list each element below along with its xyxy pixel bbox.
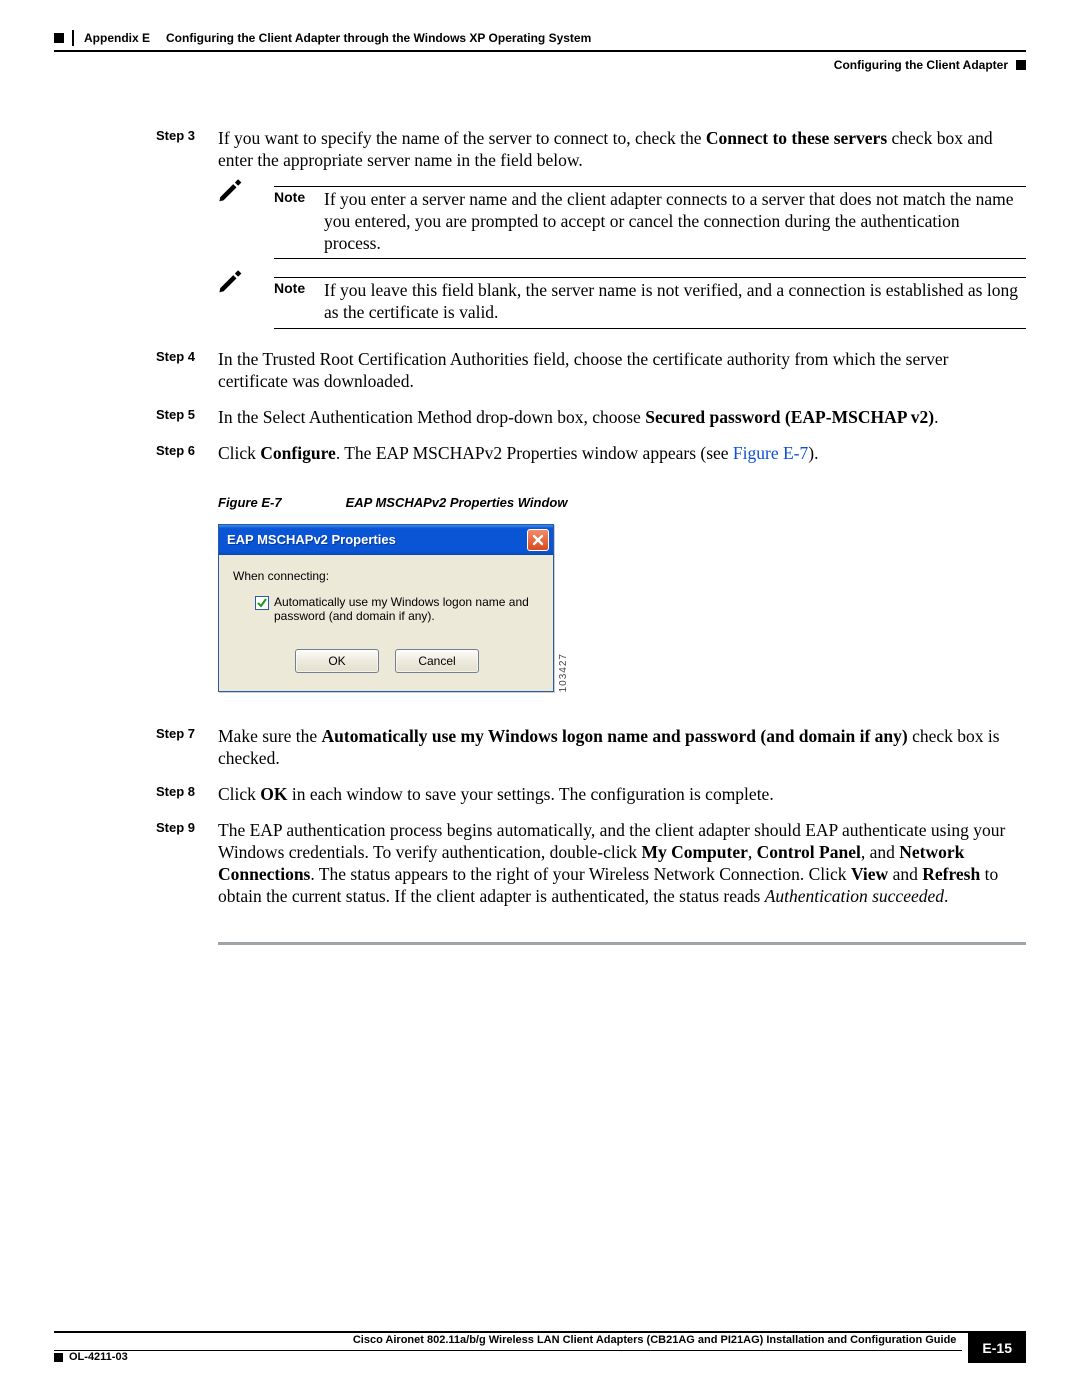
note-label: Note bbox=[274, 189, 324, 205]
step-6: Step 6 Click Configure. The EAP MSCHAPv2… bbox=[54, 443, 1026, 465]
checkbox-row: Automatically use my Windows logon name … bbox=[233, 595, 541, 624]
step-body: In the Select Authentication Method drop… bbox=[218, 407, 1026, 429]
note-top-rule bbox=[274, 186, 1026, 187]
sub-header-text: Configuring the Client Adapter bbox=[834, 58, 1008, 72]
footer-square-icon bbox=[54, 1353, 63, 1362]
step-5: Step 5 In the Select Authentication Meth… bbox=[54, 407, 1026, 429]
step-9: Step 9 The EAP authentication process be… bbox=[54, 820, 1026, 908]
note-bottom-rule bbox=[274, 328, 1026, 329]
step-label: Step 8 bbox=[156, 784, 218, 806]
section-end-rule bbox=[218, 942, 1026, 945]
header-appendix: Appendix E bbox=[84, 31, 150, 45]
note-1: Note If you enter a server name and the … bbox=[54, 186, 1026, 260]
ok-button[interactable]: OK bbox=[295, 649, 379, 673]
close-icon bbox=[532, 534, 544, 546]
figure-sidecode: 103427 bbox=[558, 651, 569, 692]
step-8: Step 8 Click OK in each window to save y… bbox=[54, 784, 1026, 806]
header-rule bbox=[54, 50, 1026, 52]
step-label: Step 7 bbox=[156, 726, 218, 770]
step-body: In the Trusted Root Certification Author… bbox=[218, 349, 1026, 393]
step-body: Click Configure. The EAP MSCHAPv2 Proper… bbox=[218, 443, 1026, 465]
when-connecting-label: When connecting: bbox=[233, 569, 541, 583]
step-4: Step 4 In the Trusted Root Certification… bbox=[54, 349, 1026, 393]
note-bottom-rule bbox=[274, 258, 1026, 259]
pencil-icon bbox=[216, 189, 274, 207]
content-area: Step 3 If you want to specify the name o… bbox=[54, 72, 1026, 945]
step-body: Make sure the Automatically use my Windo… bbox=[218, 726, 1026, 770]
close-button[interactable] bbox=[527, 529, 549, 551]
step-body: If you want to specify the name of the s… bbox=[218, 128, 1026, 172]
step-body: Click OK in each window to save your set… bbox=[218, 784, 1026, 806]
step-3: Step 3 If you want to specify the name o… bbox=[54, 128, 1026, 172]
header: Appendix E Configuring the Client Adapte… bbox=[54, 30, 1026, 46]
eap-dialog: EAP MSCHAPv2 Properties When connecting:… bbox=[218, 524, 554, 693]
checkmark-icon bbox=[256, 597, 268, 609]
step-7: Step 7 Make sure the Automatically use m… bbox=[54, 726, 1026, 770]
note-text: If you enter a server name and the clien… bbox=[324, 189, 1026, 255]
figure-caption: Figure E-7EAP MSCHAPv2 Properties Window bbox=[218, 495, 1026, 510]
dialog-buttons: OK Cancel bbox=[233, 649, 541, 685]
footer-doc: OL-4211-03 bbox=[54, 1351, 962, 1363]
dialog-wrap: EAP MSCHAPv2 Properties When connecting:… bbox=[218, 524, 1026, 693]
checkbox-label: Automatically use my Windows logon name … bbox=[274, 595, 537, 624]
step-label: Step 3 bbox=[156, 128, 218, 172]
note-text: If you leave this field blank, the serve… bbox=[324, 280, 1026, 324]
auto-logon-checkbox[interactable] bbox=[255, 596, 269, 610]
page-number: E-15 bbox=[968, 1332, 1026, 1363]
figure-link[interactable]: Figure E-7 bbox=[733, 443, 808, 463]
header-square-icon bbox=[54, 33, 64, 43]
dialog-body: When connecting: Automatically use my Wi… bbox=[219, 555, 553, 692]
step-body: The EAP authentication process begins au… bbox=[218, 820, 1026, 908]
note-label: Note bbox=[274, 280, 324, 296]
footer-guide-title: Cisco Aironet 802.11a/b/g Wireless LAN C… bbox=[54, 1332, 962, 1350]
note-top-rule bbox=[274, 277, 1026, 278]
dialog-titlebar: EAP MSCHAPv2 Properties bbox=[219, 525, 553, 555]
step-label: Step 4 bbox=[156, 349, 218, 393]
step-label: Step 9 bbox=[156, 820, 218, 908]
dialog-title: EAP MSCHAPv2 Properties bbox=[227, 532, 527, 547]
sub-header-square-icon bbox=[1016, 60, 1026, 70]
step-label: Step 5 bbox=[156, 407, 218, 429]
cancel-button[interactable]: Cancel bbox=[395, 649, 479, 673]
footer: Cisco Aironet 802.11a/b/g Wireless LAN C… bbox=[54, 1331, 1026, 1363]
header-vline bbox=[72, 30, 74, 46]
sub-header: Configuring the Client Adapter bbox=[54, 58, 1026, 72]
note-2: Note If you leave this field blank, the … bbox=[54, 277, 1026, 329]
step-label: Step 6 bbox=[156, 443, 218, 465]
header-title: Configuring the Client Adapter through t… bbox=[166, 31, 591, 45]
pencil-icon bbox=[216, 280, 274, 298]
